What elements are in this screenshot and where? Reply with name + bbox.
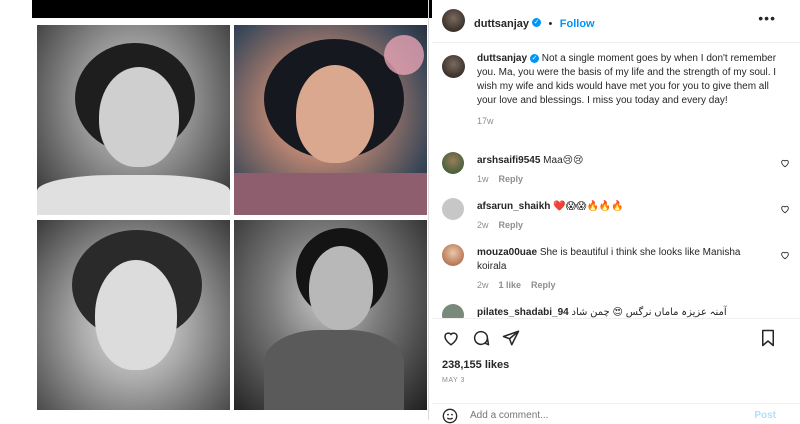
comment: pilates_shadabi_94 آمنہ عزیزہ ماماں نرگس…	[442, 304, 782, 318]
comment-age: 2w	[477, 220, 489, 230]
likes-count[interactable]: 238,155 likes	[442, 359, 509, 371]
reply-button[interactable]: Reply	[499, 174, 524, 184]
comment-username[interactable]: mouza00uae	[477, 247, 537, 258]
comment-text: آمنہ عزیزہ ماماں نرگس 😍 چمن شاد	[571, 307, 727, 318]
header-user: duttsanjay ✓ • Follow	[474, 14, 595, 32]
comment-meta: 2w Reply	[477, 218, 767, 232]
post-header: duttsanjay ✓ • Follow •••	[432, 0, 800, 43]
avatar[interactable]	[442, 198, 464, 220]
comment-age: 1w	[477, 174, 489, 184]
comment-meta: 1w Reply	[477, 172, 767, 186]
more-icon[interactable]: •••	[758, 10, 776, 26]
comment-age: 2w	[477, 280, 489, 290]
comment-username[interactable]: arshsaifi9545	[477, 155, 540, 166]
comment-meta: 2w 1 like Reply	[477, 278, 767, 292]
avatar[interactable]	[442, 304, 464, 318]
face-shape	[296, 65, 374, 163]
heart-icon[interactable]	[780, 250, 790, 260]
comment-body: arshsaifi9545 Maa😢😢 1w Reply	[477, 154, 767, 186]
caption-text: duttsanjay ✓ Not a single moment goes by …	[477, 52, 777, 128]
shoulder-shape	[264, 330, 404, 410]
comment-input[interactable]	[470, 410, 670, 421]
reply-button[interactable]: Reply	[499, 220, 524, 230]
comment-username[interactable]: afsarun_shaikh	[477, 201, 550, 212]
avatar[interactable]	[442, 55, 465, 78]
comment-text: Maa😢😢	[543, 155, 584, 166]
comment-likes[interactable]: 1 like	[499, 280, 522, 290]
shoulder-shape	[234, 173, 427, 215]
comment-text: ❤️😱😱🔥🔥🔥	[553, 201, 624, 212]
divider	[428, 0, 429, 420]
bookmark-icon[interactable]	[760, 329, 776, 347]
photo-bottom-right	[234, 220, 427, 410]
post-image[interactable]	[32, 0, 432, 420]
shoulder-shape	[37, 175, 230, 215]
flower-shape	[384, 35, 424, 75]
separator-dot: •	[548, 18, 553, 30]
image-top-bar	[32, 0, 432, 18]
photo-top-left	[37, 25, 230, 215]
reply-button[interactable]: Reply	[531, 280, 556, 290]
heart-icon[interactable]	[780, 158, 790, 168]
comment: arshsaifi9545 Maa😢😢 1w Reply	[442, 152, 789, 192]
comment-body: afsarun_shaikh ❤️😱😱🔥🔥🔥 2w Reply	[477, 200, 767, 232]
heart-icon[interactable]	[442, 329, 460, 347]
comment-body: pilates_shadabi_94 آمنہ عزیزہ ماماں نرگس…	[477, 306, 767, 318]
share-icon[interactable]	[502, 329, 520, 347]
action-bar: 238,155 likes MAY 3 Post	[432, 318, 800, 424]
verified-badge-icon: ✓	[532, 18, 542, 28]
author-name[interactable]: duttsanjay	[477, 53, 527, 64]
comment-username[interactable]: pilates_shadabi_94	[477, 307, 569, 318]
add-comment-bar: Post	[432, 403, 800, 424]
follow-button[interactable]: Follow	[560, 18, 595, 30]
face-shape	[309, 246, 373, 330]
post-sidebar: duttsanjay ✓ • Follow ••• duttsanjay ✓ Not…	[432, 0, 800, 424]
comment: mouza00uae She is beautiful i think she …	[442, 244, 789, 296]
emoji-icon[interactable]	[442, 408, 458, 424]
caption-age: 17w	[477, 116, 494, 126]
author-name[interactable]: duttsanjay	[474, 18, 529, 30]
post-date: MAY 3	[442, 377, 465, 384]
face-shape	[99, 67, 179, 167]
avatar[interactable]	[442, 152, 464, 174]
avatar[interactable]	[442, 244, 464, 266]
photo-top-right	[234, 25, 427, 215]
post-button[interactable]: Post	[754, 410, 776, 421]
verified-badge-icon: ✓	[530, 53, 540, 63]
face-shape	[95, 260, 177, 370]
avatar[interactable]	[442, 9, 465, 32]
comment-body: mouza00uae She is beautiful i think she …	[477, 246, 767, 292]
comment: afsarun_shaikh ❤️😱😱🔥🔥🔥 2w Reply	[442, 198, 789, 238]
heart-icon[interactable]	[780, 204, 790, 214]
photo-bottom-left	[37, 220, 230, 410]
comment-icon[interactable]	[472, 329, 490, 347]
